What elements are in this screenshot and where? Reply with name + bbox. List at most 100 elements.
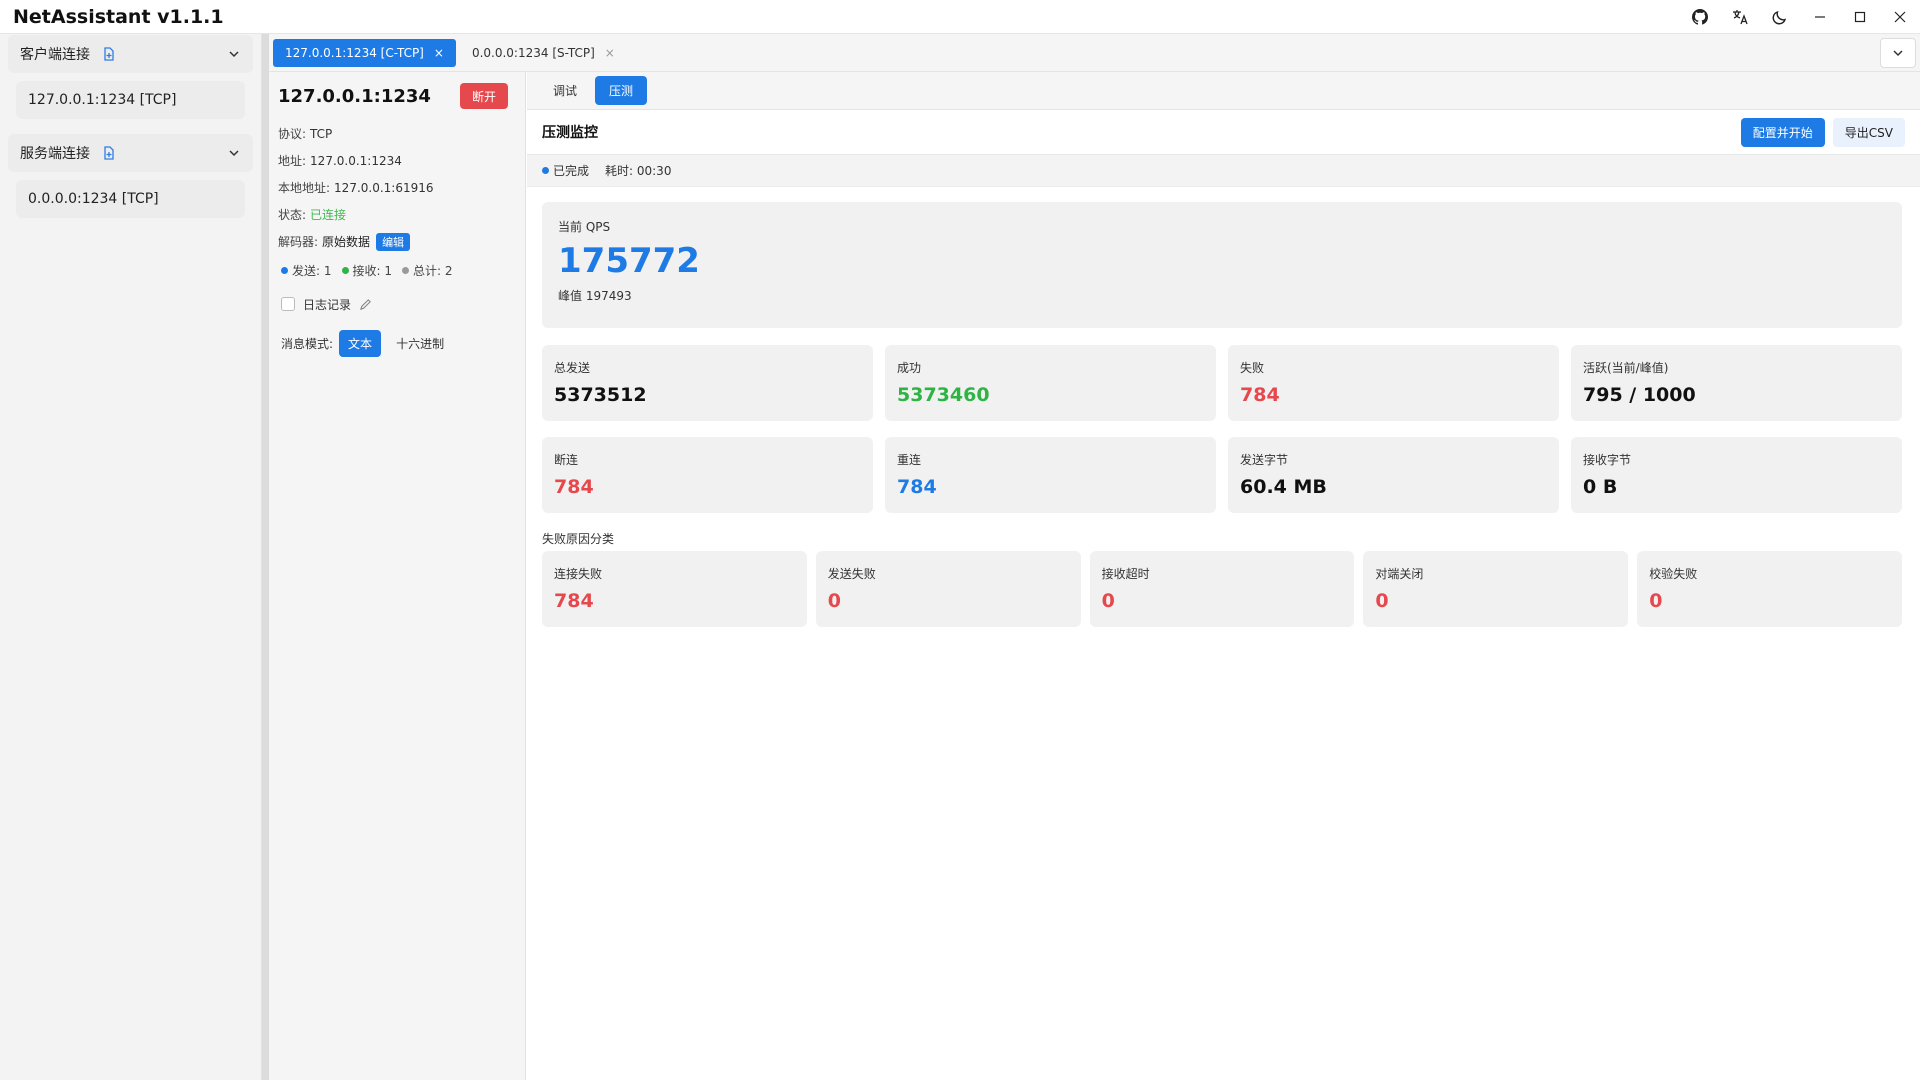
- message-counters: 发送: 1 接收: 1 总计: 2: [278, 255, 516, 285]
- total-dot: [402, 266, 409, 274]
- stat-value: 5373512: [554, 384, 647, 406]
- close-icon[interactable]: [1880, 0, 1920, 34]
- reason-value: 0: [1101, 590, 1115, 612]
- panel-splitter[interactable]: [262, 34, 269, 1080]
- reason-value: 0: [827, 590, 842, 612]
- mode-hex-button[interactable]: 十六进制: [387, 330, 453, 357]
- reason-connect-failed: 连接失败 784: [542, 551, 807, 627]
- tab-label: 0.0.0.0:1234 [S-TCP]: [471, 45, 595, 60]
- server-connections-header[interactable]: 服务端连接: [8, 134, 253, 172]
- stat-value: 0 B: [1583, 476, 1618, 498]
- log-row: 日志记录: [278, 285, 516, 323]
- chevron-down-icon: [1893, 50, 1903, 57]
- server-connections-label: 服务端连接: [20, 146, 90, 162]
- chevron-down-icon[interactable]: [227, 47, 241, 61]
- stat-success: 成功 5373460: [885, 345, 1216, 421]
- protocol-value: TCP: [310, 126, 333, 141]
- qps-value: 175772: [558, 241, 700, 281]
- recv-dot: [341, 266, 349, 274]
- reason-send-failed: 发送失败 0: [815, 551, 1081, 627]
- stat-label: 成功: [897, 361, 922, 375]
- client-connection-item[interactable]: 127.0.0.1:1234 [TCP]: [16, 81, 245, 119]
- reason-label: 校验失败: [1649, 567, 1698, 581]
- window-controls: [1680, 0, 1920, 33]
- address-row: 地址: 127.0.0.1:1234: [278, 147, 516, 174]
- tab-close-icon[interactable]: ×: [434, 46, 444, 60]
- translate-icon[interactable]: [1720, 0, 1760, 34]
- sub-tabs: 调试 压测: [527, 72, 1920, 110]
- stat-value: 784: [897, 476, 937, 498]
- tab-client-tcp[interactable]: 127.0.0.1:1234 [C-TCP] ×: [273, 38, 456, 67]
- message-mode-label: 消息模式:: [281, 336, 334, 351]
- configure-start-button[interactable]: 配置并开始: [1740, 117, 1825, 147]
- export-csv-button[interactable]: 导出CSV: [1832, 117, 1905, 147]
- stats-row-1: 总发送 5373512 成功 5373460 失败 784 活跃(当前/峰值) …: [542, 345, 1902, 421]
- stat-label: 活跃(当前/峰值): [1583, 361, 1669, 375]
- log-checkbox[interactable]: [281, 297, 295, 311]
- maximize-icon[interactable]: [1840, 0, 1880, 34]
- status-row: 状态: 已连接: [278, 201, 516, 228]
- minimize-icon[interactable]: [1800, 0, 1840, 34]
- stat-label: 接收字节: [1583, 453, 1632, 467]
- stat-label: 总发送: [554, 361, 591, 375]
- stat-label: 发送字节: [1240, 453, 1289, 467]
- title-bar: NetAssistant v1.1.1: [0, 0, 1920, 34]
- sent-dot: [281, 266, 288, 274]
- monitor-title: 压测监控: [542, 125, 598, 141]
- local-address-label: 本地地址:: [278, 181, 331, 195]
- connection-info-panel: 127.0.0.1:1234 断开 协议: TCP 地址: 127.0.0.1:…: [269, 72, 526, 1080]
- tab-label: 127.0.0.1:1234 [C-TCP]: [285, 45, 424, 60]
- server-connection-item[interactable]: 0.0.0.0:1234 [TCP]: [16, 180, 245, 218]
- monitor-header: 压测监控 配置并开始 导出CSV: [527, 110, 1920, 155]
- reason-recv-timeout: 接收超时 0: [1089, 551, 1355, 627]
- stat-bytes-sent: 发送字节 60.4 MB: [1228, 437, 1559, 513]
- chevron-down-icon[interactable]: [227, 146, 241, 160]
- client-connections-label: 客户端连接: [20, 47, 90, 63]
- qps-card: 当前 QPS 175772 峰值 197493: [542, 202, 1902, 328]
- total-count: 总计: 2: [413, 263, 453, 278]
- recv-count: 接收: 1: [352, 263, 393, 278]
- stat-disconnects: 断连 784: [542, 437, 873, 513]
- tab-list-dropdown[interactable]: [1880, 38, 1916, 68]
- failure-reasons-row: 连接失败 784 发送失败 0 接收超时 0 对端关闭 0 校验失败 0: [542, 551, 1902, 627]
- sidebar: 客户端连接 127.0.0.1:1234 [TCP] 服务端连接 0.0.0.0…: [0, 34, 262, 1080]
- moon-icon[interactable]: [1760, 0, 1800, 34]
- stat-total-sent: 总发送 5373512: [542, 345, 873, 421]
- mode-text-button[interactable]: 文本: [339, 329, 382, 357]
- stat-failed: 失败 784: [1228, 345, 1559, 421]
- reason-peer-closed: 对端关闭 0: [1363, 551, 1629, 627]
- stats-row-2: 断连 784 重连 784 发送字节 60.4 MB 接收字节 0 B: [542, 437, 1902, 513]
- sent-count: 发送: 1: [292, 263, 332, 278]
- address-label: 地址:: [278, 154, 307, 168]
- run-status: 已完成: [553, 164, 590, 178]
- log-label: 日志记录: [303, 297, 352, 312]
- pencil-icon[interactable]: [359, 298, 372, 311]
- disconnect-button[interactable]: 断开: [460, 83, 508, 109]
- decoder-label: 解码器:: [278, 235, 319, 249]
- tab-stress[interactable]: 压测: [595, 76, 648, 105]
- qps-label: 当前 QPS: [558, 220, 611, 234]
- connection-title: 127.0.0.1:1234: [278, 85, 431, 107]
- local-address-row: 本地地址: 127.0.0.1:61916: [278, 174, 516, 201]
- address-value: 127.0.0.1:1234: [310, 153, 402, 168]
- stat-value: 784: [1240, 384, 1280, 406]
- server-connection-label: 0.0.0.0:1234 [TCP]: [28, 191, 159, 207]
- stat-value: 795 / 1000: [1583, 384, 1696, 406]
- stat-label: 失败: [1240, 361, 1265, 375]
- reason-label: 对端关闭: [1375, 567, 1424, 581]
- tab-debug[interactable]: 调试: [539, 76, 591, 105]
- status-dot: [542, 167, 549, 174]
- edit-decoder-button[interactable]: 编辑: [376, 232, 411, 251]
- tab-server-tcp[interactable]: 0.0.0.0:1234 [S-TCP] ×: [460, 39, 627, 67]
- message-mode-row: 消息模式: 文本 十六进制: [278, 323, 516, 363]
- stat-label: 重连: [897, 453, 922, 467]
- stat-label: 断连: [554, 453, 579, 467]
- client-connections-header[interactable]: 客户端连接: [8, 35, 253, 73]
- qps-peak: 峰值 197493: [558, 289, 632, 303]
- github-icon[interactable]: [1680, 0, 1720, 34]
- tab-close-icon[interactable]: ×: [605, 46, 615, 60]
- add-file-icon[interactable]: [102, 146, 116, 160]
- add-file-icon[interactable]: [102, 47, 116, 61]
- stat-value: 5373460: [897, 384, 990, 406]
- protocol-row: 协议: TCP: [278, 120, 516, 147]
